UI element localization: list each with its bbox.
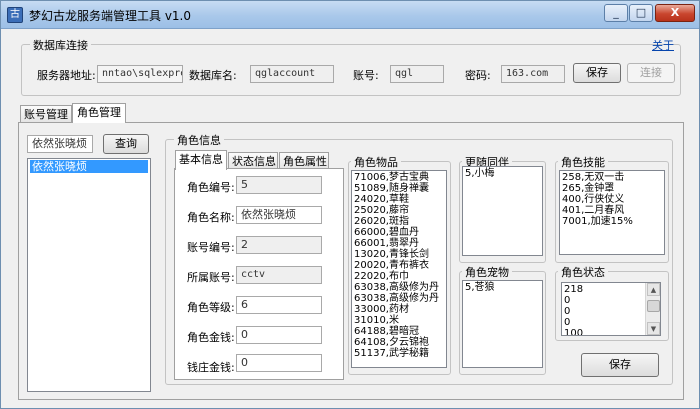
window-title: 梦幻古龙服务端管理工具 v1.0 [29,9,192,23]
list-item[interactable]: 64188,碧暗冠 [354,326,444,337]
list-item[interactable]: 66001,翡翠丹 [354,238,444,249]
role-level-label: 角色等级: [187,301,235,314]
minimize-button[interactable]: _ [604,4,628,22]
account-id-label: 账号编号: [187,241,235,254]
role-id-input[interactable]: 5 [236,176,322,194]
list-item[interactable]: 63038,高级修为丹 [354,293,444,304]
role-money-input[interactable]: 0 [236,326,322,344]
list-item[interactable]: 5,苍狼 [465,282,540,293]
list-item[interactable]: 0 [564,295,658,306]
role-level-input[interactable]: 6 [236,296,322,314]
app-window: 古 梦幻古龙服务端管理工具 v1.0 _ □ X 数据库连接 关于 服务器地址:… [0,0,700,409]
title-bar: 古 梦幻古龙服务端管理工具 v1.0 _ □ X [1,1,699,29]
dbname-input[interactable]: qglaccount [250,65,334,83]
tab-account-management[interactable]: 账号管理 [20,105,72,123]
bank-money-label: 钱庄金钱: [187,361,235,374]
role-search-input[interactable]: 依然张晓烦 [27,135,93,153]
password-label: 密码: [465,69,491,82]
list-item[interactable]: 33000,药材 [354,304,444,315]
role-money-label: 角色金钱: [187,331,235,344]
list-item[interactable]: 13020,青锋长剑 [354,249,444,260]
list-item[interactable]: 51137,武学秘籍 [354,348,444,359]
server-label: 服务器地址: [37,69,96,82]
list-item[interactable]: 64108,夕云锦袍 [354,337,444,348]
list-item[interactable]: 218 [564,284,658,295]
account-label: 账号: [353,69,379,82]
pets-legend: 角色宠物 [462,264,512,280]
role-search-results[interactable]: 依然张晓烦 [27,158,151,392]
list-item[interactable]: 22020,布巾 [354,271,444,282]
list-item[interactable]: 26020,斑指 [354,216,444,227]
db-connection-legend: 数据库连接 [30,37,91,53]
db-save-button[interactable]: 保存 [573,63,621,83]
password-input[interactable]: 163.com [501,65,565,83]
list-item[interactable]: 51089,随身禅囊 [354,183,444,194]
role-items-legend: 角色物品 [351,154,401,170]
list-item[interactable]: 24020,草鞋 [354,194,444,205]
role-name-label: 角色名称: [187,211,235,224]
bank-money-input[interactable]: 0 [236,354,322,372]
list-item[interactable]: 100 [564,328,658,335]
list-item[interactable]: 401,二月春风 [562,205,662,216]
db-connect-button[interactable]: 连接 [627,63,675,83]
list-item[interactable]: 5,小梅 [465,168,540,179]
close-button[interactable]: X [655,4,695,22]
role-save-button[interactable]: 保存 [581,353,659,377]
scroll-up-icon[interactable]: ▲ [647,283,660,296]
role-search-button[interactable]: 查询 [103,134,149,154]
role-id-label: 角色编号: [187,181,235,194]
followers-list[interactable]: 5,小梅 [462,166,543,256]
list-item[interactable]: 0 [564,306,658,317]
scroll-down-icon[interactable]: ▼ [647,322,660,335]
list-item[interactable]: 63038,高级修为丹 [354,282,444,293]
status-scrollbar[interactable]: ▲ ▼ [645,283,660,335]
dbname-label: 数据库名: [189,69,237,82]
tab-role-management[interactable]: 角色管理 [72,103,126,123]
account-input[interactable]: qgl [390,65,444,83]
list-item[interactable]: 依然张晓烦 [30,160,148,173]
list-item[interactable]: 66000,碧血丹 [354,227,444,238]
app-icon: 古 [7,7,23,23]
scroll-thumb[interactable] [647,300,660,312]
maximize-button[interactable]: □ [629,4,653,22]
list-item[interactable]: 7001,加速15% [562,216,662,227]
list-item[interactable]: 71006,梦古宝典 [354,172,444,183]
list-item[interactable]: 25020,藤帘 [354,205,444,216]
about-link[interactable]: 关于 [652,37,674,53]
list-item[interactable]: 265,金钟罩 [562,183,662,194]
skills-legend: 角色技能 [558,154,608,170]
role-items-list[interactable]: 71006,梦古宝典 51089,随身禅囊 24020,草鞋 25020,藤帘 2602… [351,170,447,368]
subtab-basic-info[interactable]: 基本信息 [175,150,227,170]
server-input[interactable]: nntao\sqlexpress [97,65,183,83]
list-item[interactable]: 258,无双一击 [562,172,662,183]
status-list[interactable]: 218 0 0 0 100 ▲ ▼ [561,282,661,336]
role-info-legend: 角色信息 [174,132,224,148]
owner-account-label: 所属账号: [187,271,235,284]
list-item[interactable]: 20020,青布裤衣 [354,260,444,271]
role-name-input[interactable]: 依然张晓烦 [236,206,322,224]
owner-account-input[interactable]: cctv [236,266,322,284]
pets-list[interactable]: 5,苍狼 [462,280,543,368]
skills-list[interactable]: 258,无双一击 265,金钟罩 400,行侠仗义 401,二月春风 7001,加速15… [559,170,665,255]
status-legend: 角色状态 [558,264,608,280]
list-item[interactable]: 31010,米 [354,315,444,326]
account-id-input[interactable]: 2 [236,236,322,254]
list-item[interactable]: 400,行侠仗义 [562,194,662,205]
list-item[interactable]: 0 [564,317,658,328]
